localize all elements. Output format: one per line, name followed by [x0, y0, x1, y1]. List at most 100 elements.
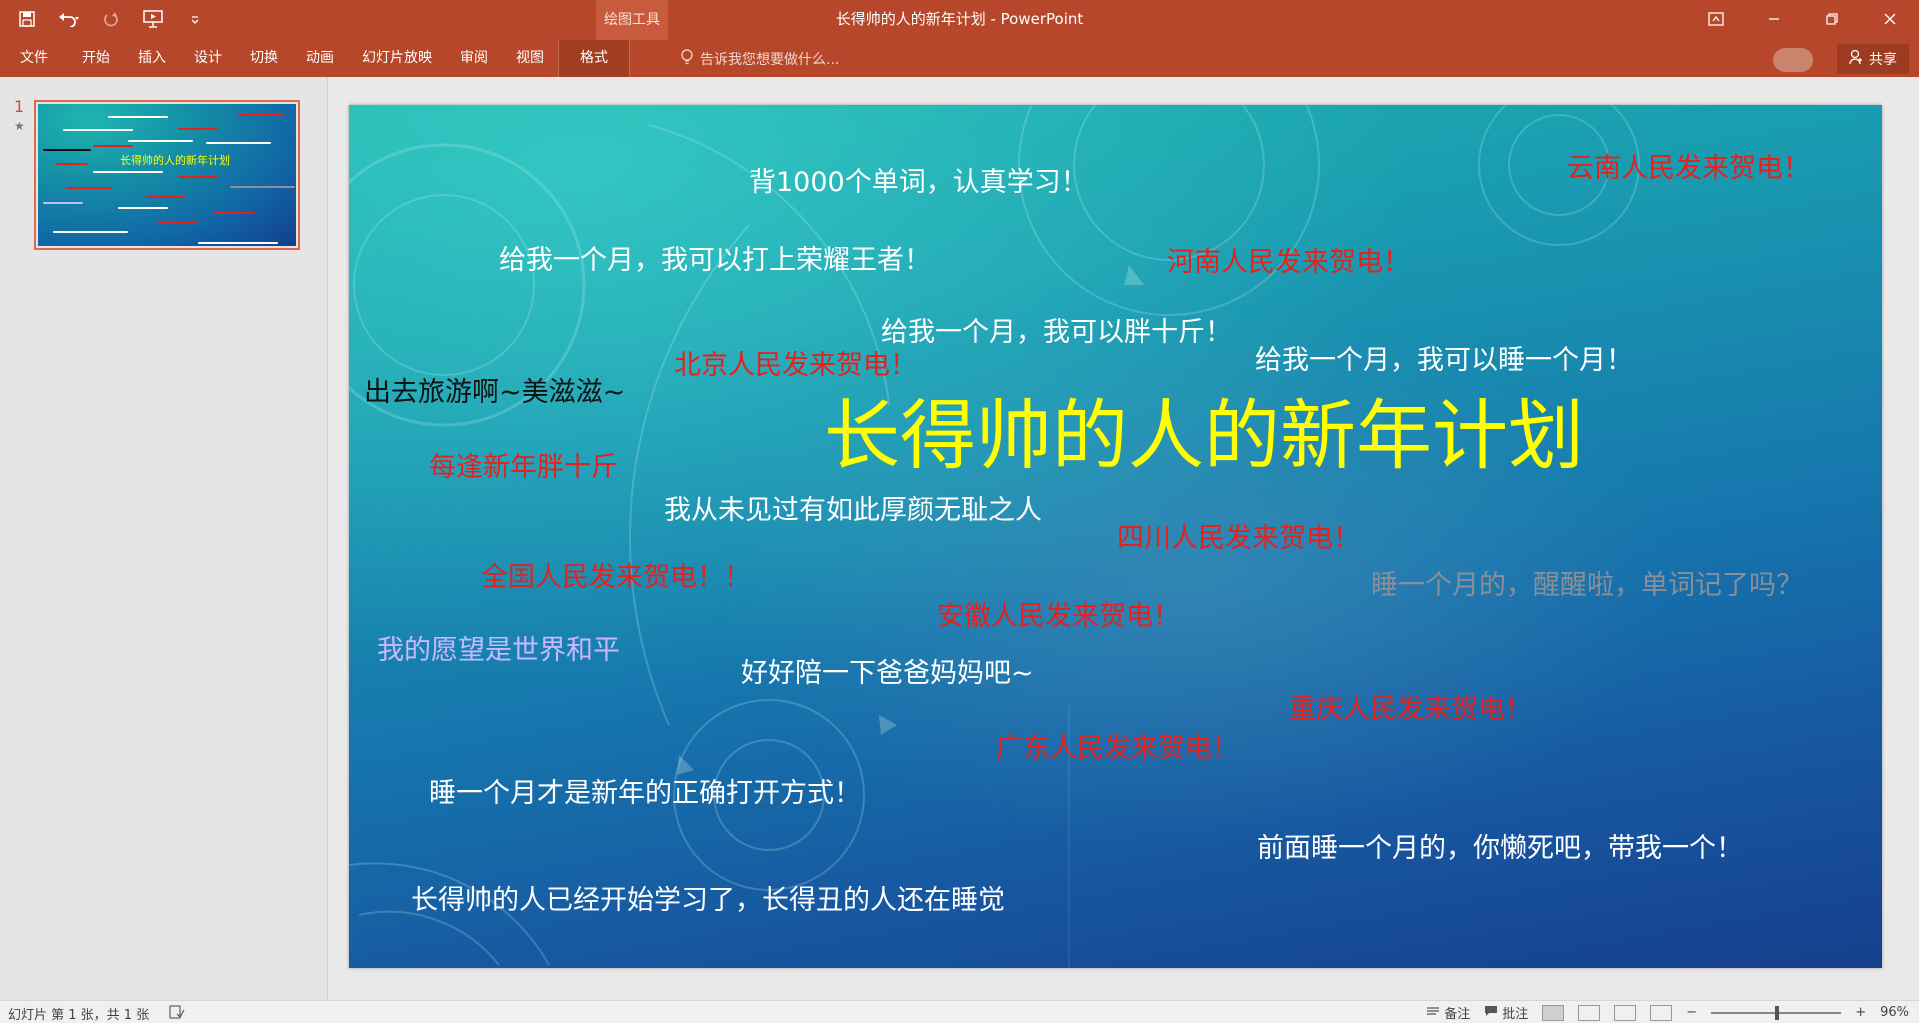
slide-show-view-icon[interactable] — [1650, 1004, 1673, 1021]
status-bar: 幻灯片 第 1 张，共 1 张 备注 批注 − + 96% — [0, 1000, 1919, 1023]
tab-transitions[interactable]: 切换 — [236, 40, 292, 77]
thumbnail-line — [206, 142, 271, 144]
ribbon-tabs: 文件 开始 插入 设计 切换 动画 幻灯片放映 审阅 视图 格式 — [0, 40, 630, 77]
slide-text[interactable]: 云南人民发来贺电！ — [1567, 153, 1810, 185]
tab-review[interactable]: 审阅 — [446, 40, 502, 77]
slide-text[interactable]: 好好陪一下爸爸妈妈吧~ — [741, 658, 1034, 690]
save-icon[interactable] — [14, 6, 40, 32]
slide-text[interactable]: 全国人民发来贺电！！ — [481, 562, 751, 594]
ribbon-tabs-bar: 文件 开始 插入 设计 切换 动画 幻灯片放映 审阅 视图 格式 告诉我您想要做… — [0, 40, 1919, 77]
tell-me-placeholder: 告诉我您想要做什么... — [700, 51, 840, 68]
share-label: 共享 — [1869, 52, 1897, 68]
reading-view-icon[interactable] — [1614, 1004, 1637, 1021]
thumbnail-line — [56, 163, 88, 165]
tab-slide-show[interactable]: 幻灯片放映 — [348, 40, 446, 77]
thumbnail-slide-number: 1 — [14, 97, 25, 116]
share-button[interactable]: 共享 — [1837, 44, 1909, 74]
tab-format[interactable]: 格式 — [558, 40, 630, 77]
slide-1[interactable]: 背1000个单词，认真学习！ 云南人民发来贺电！ 给我一个月，我可以打上荣耀王者… — [349, 105, 1882, 968]
normal-view-icon[interactable] — [1542, 1004, 1565, 1021]
notes-label: 备注 — [1444, 1007, 1471, 1022]
lightbulb-icon — [680, 48, 694, 69]
thumbnail-line — [43, 202, 83, 204]
slide-text[interactable]: 给我一个月，我可以睡一个月！ — [1255, 345, 1633, 377]
tab-design[interactable]: 设计 — [180, 40, 236, 77]
slide-text[interactable]: 河南人民发来贺电！ — [1167, 247, 1410, 279]
thumbnail-line — [128, 140, 193, 142]
thumbnail-line — [43, 149, 91, 151]
slide-text[interactable]: 重庆人民发来贺电！ — [1289, 694, 1532, 726]
comments-button[interactable]: 批注 — [1484, 1003, 1528, 1022]
thumbnail-line — [238, 114, 283, 116]
zoom-in-icon[interactable]: + — [1855, 1005, 1866, 1020]
slide-canvas: 背1000个单词，认真学习！ 云南人民发来贺电！ 给我一个月，我可以打上荣耀王者… — [328, 77, 1919, 1000]
drawing-tools-context-label: 绘图工具 — [596, 0, 668, 40]
slide-title[interactable]: 长得帅的人的新年计划 — [824, 390, 1584, 481]
tab-home[interactable]: 开始 — [68, 40, 124, 77]
slide-text[interactable]: 广东人民发来贺电！ — [996, 733, 1239, 765]
slide-text[interactable]: 睡一个月才是新年的正确打开方式！ — [429, 778, 861, 810]
thumbnail-line — [230, 186, 295, 188]
status-left: 幻灯片 第 1 张，共 1 张 — [8, 1004, 185, 1023]
tab-view[interactable]: 视图 — [502, 40, 558, 77]
zoom-slider[interactable] — [1711, 1005, 1842, 1020]
undo-icon[interactable] — [56, 6, 82, 32]
comment-icon — [1484, 1005, 1498, 1021]
animation-star-icon: ★ — [14, 119, 25, 133]
status-right: 备注 批注 − + 96% — [1426, 1003, 1909, 1022]
quick-access-toolbar — [14, 6, 208, 32]
redo-icon[interactable] — [98, 6, 124, 32]
slide-text[interactable]: 前面睡一个月的，你懒死吧，带我一个！ — [1257, 833, 1743, 865]
thumbnail-preview: 长得帅的人的新年计划 — [38, 104, 296, 246]
slide-sorter-view-icon[interactable] — [1578, 1004, 1601, 1021]
tab-animations[interactable]: 动画 — [292, 40, 348, 77]
customize-toolbar-chevron-icon[interactable] — [182, 6, 208, 32]
slide-text[interactable]: 每逢新年胖十斤 — [429, 452, 618, 484]
title-bar: 绘图工具 长得帅的人的新年计划 - PowerPoint — [0, 0, 1919, 40]
thumbnail-line — [66, 187, 111, 189]
slide-text[interactable]: 给我一个月，我可以胖十斤！ — [881, 317, 1232, 349]
thumbnail-line — [178, 128, 218, 130]
present-from-start-icon[interactable] — [140, 6, 166, 32]
zoom-level[interactable]: 96% — [1880, 1005, 1909, 1020]
thumbnail-title: 长得帅的人的新年计划 — [120, 154, 230, 167]
comments-label: 批注 — [1502, 1007, 1529, 1022]
ribbon-display-options-icon[interactable] — [1687, 0, 1745, 38]
slide-text[interactable]: 长得帅的人已经开始学习了，长得丑的人还在睡觉 — [411, 885, 1005, 917]
tab-file[interactable]: 文件 — [0, 40, 68, 77]
thumbnail-line — [53, 231, 128, 233]
minimize-icon[interactable] — [1745, 0, 1803, 38]
slide-text[interactable]: 北京人民发来贺电！ — [674, 350, 917, 382]
thumbnail-line — [108, 116, 168, 118]
slide-text[interactable]: 背1000个单词，认真学习！ — [749, 167, 1088, 199]
zoom-slider-thumb[interactable] — [1775, 1005, 1780, 1020]
thumbnail-line — [213, 212, 255, 214]
thumbnail-line — [146, 196, 186, 198]
slide-text[interactable]: 我的愿望是世界和平 — [377, 635, 620, 667]
notes-icon — [1426, 1005, 1440, 1021]
tab-insert[interactable]: 插入 — [124, 40, 180, 77]
slide-text[interactable]: 给我一个月，我可以打上荣耀王者！ — [499, 245, 931, 277]
window-title: 长得帅的人的新年计划 - PowerPoint — [835, 10, 1084, 28]
slide-text[interactable]: 我从未见过有如此厚颜无耻之人 — [664, 495, 1042, 527]
tell-me-search[interactable]: 告诉我您想要做什么... — [680, 40, 839, 77]
slide-text[interactable]: 出去旅游啊~美滋滋~ — [364, 377, 625, 409]
slide-text[interactable]: 安徽人民发来贺电！ — [937, 601, 1180, 633]
slide-count-info: 幻灯片 第 1 张，共 1 张 — [8, 1008, 150, 1023]
person-icon — [1849, 49, 1863, 69]
slide-thumbnail-pane: 1 ★ 长得帅的人的新年计划 — [0, 77, 328, 1000]
thumbnail-line — [118, 207, 168, 209]
zoom-out-icon[interactable]: − — [1686, 1005, 1697, 1020]
thumbnail-line — [93, 145, 133, 147]
close-icon[interactable] — [1861, 0, 1919, 38]
thumbnail-line — [158, 221, 198, 223]
window-controls — [1687, 0, 1919, 38]
slide-text[interactable]: 四川人民发来贺电！ — [1117, 523, 1360, 555]
slide-text[interactable]: 睡一个月的，醒醒啦，单词记了吗？ — [1371, 570, 1803, 602]
restore-icon[interactable] — [1803, 0, 1861, 38]
notes-button[interactable]: 备注 — [1426, 1003, 1470, 1022]
thumbnail-line — [93, 171, 163, 173]
avatar[interactable] — [1773, 48, 1813, 72]
spell-check-icon[interactable] — [169, 1004, 185, 1023]
slide-thumbnail-1[interactable]: 长得帅的人的新年计划 — [34, 100, 300, 250]
